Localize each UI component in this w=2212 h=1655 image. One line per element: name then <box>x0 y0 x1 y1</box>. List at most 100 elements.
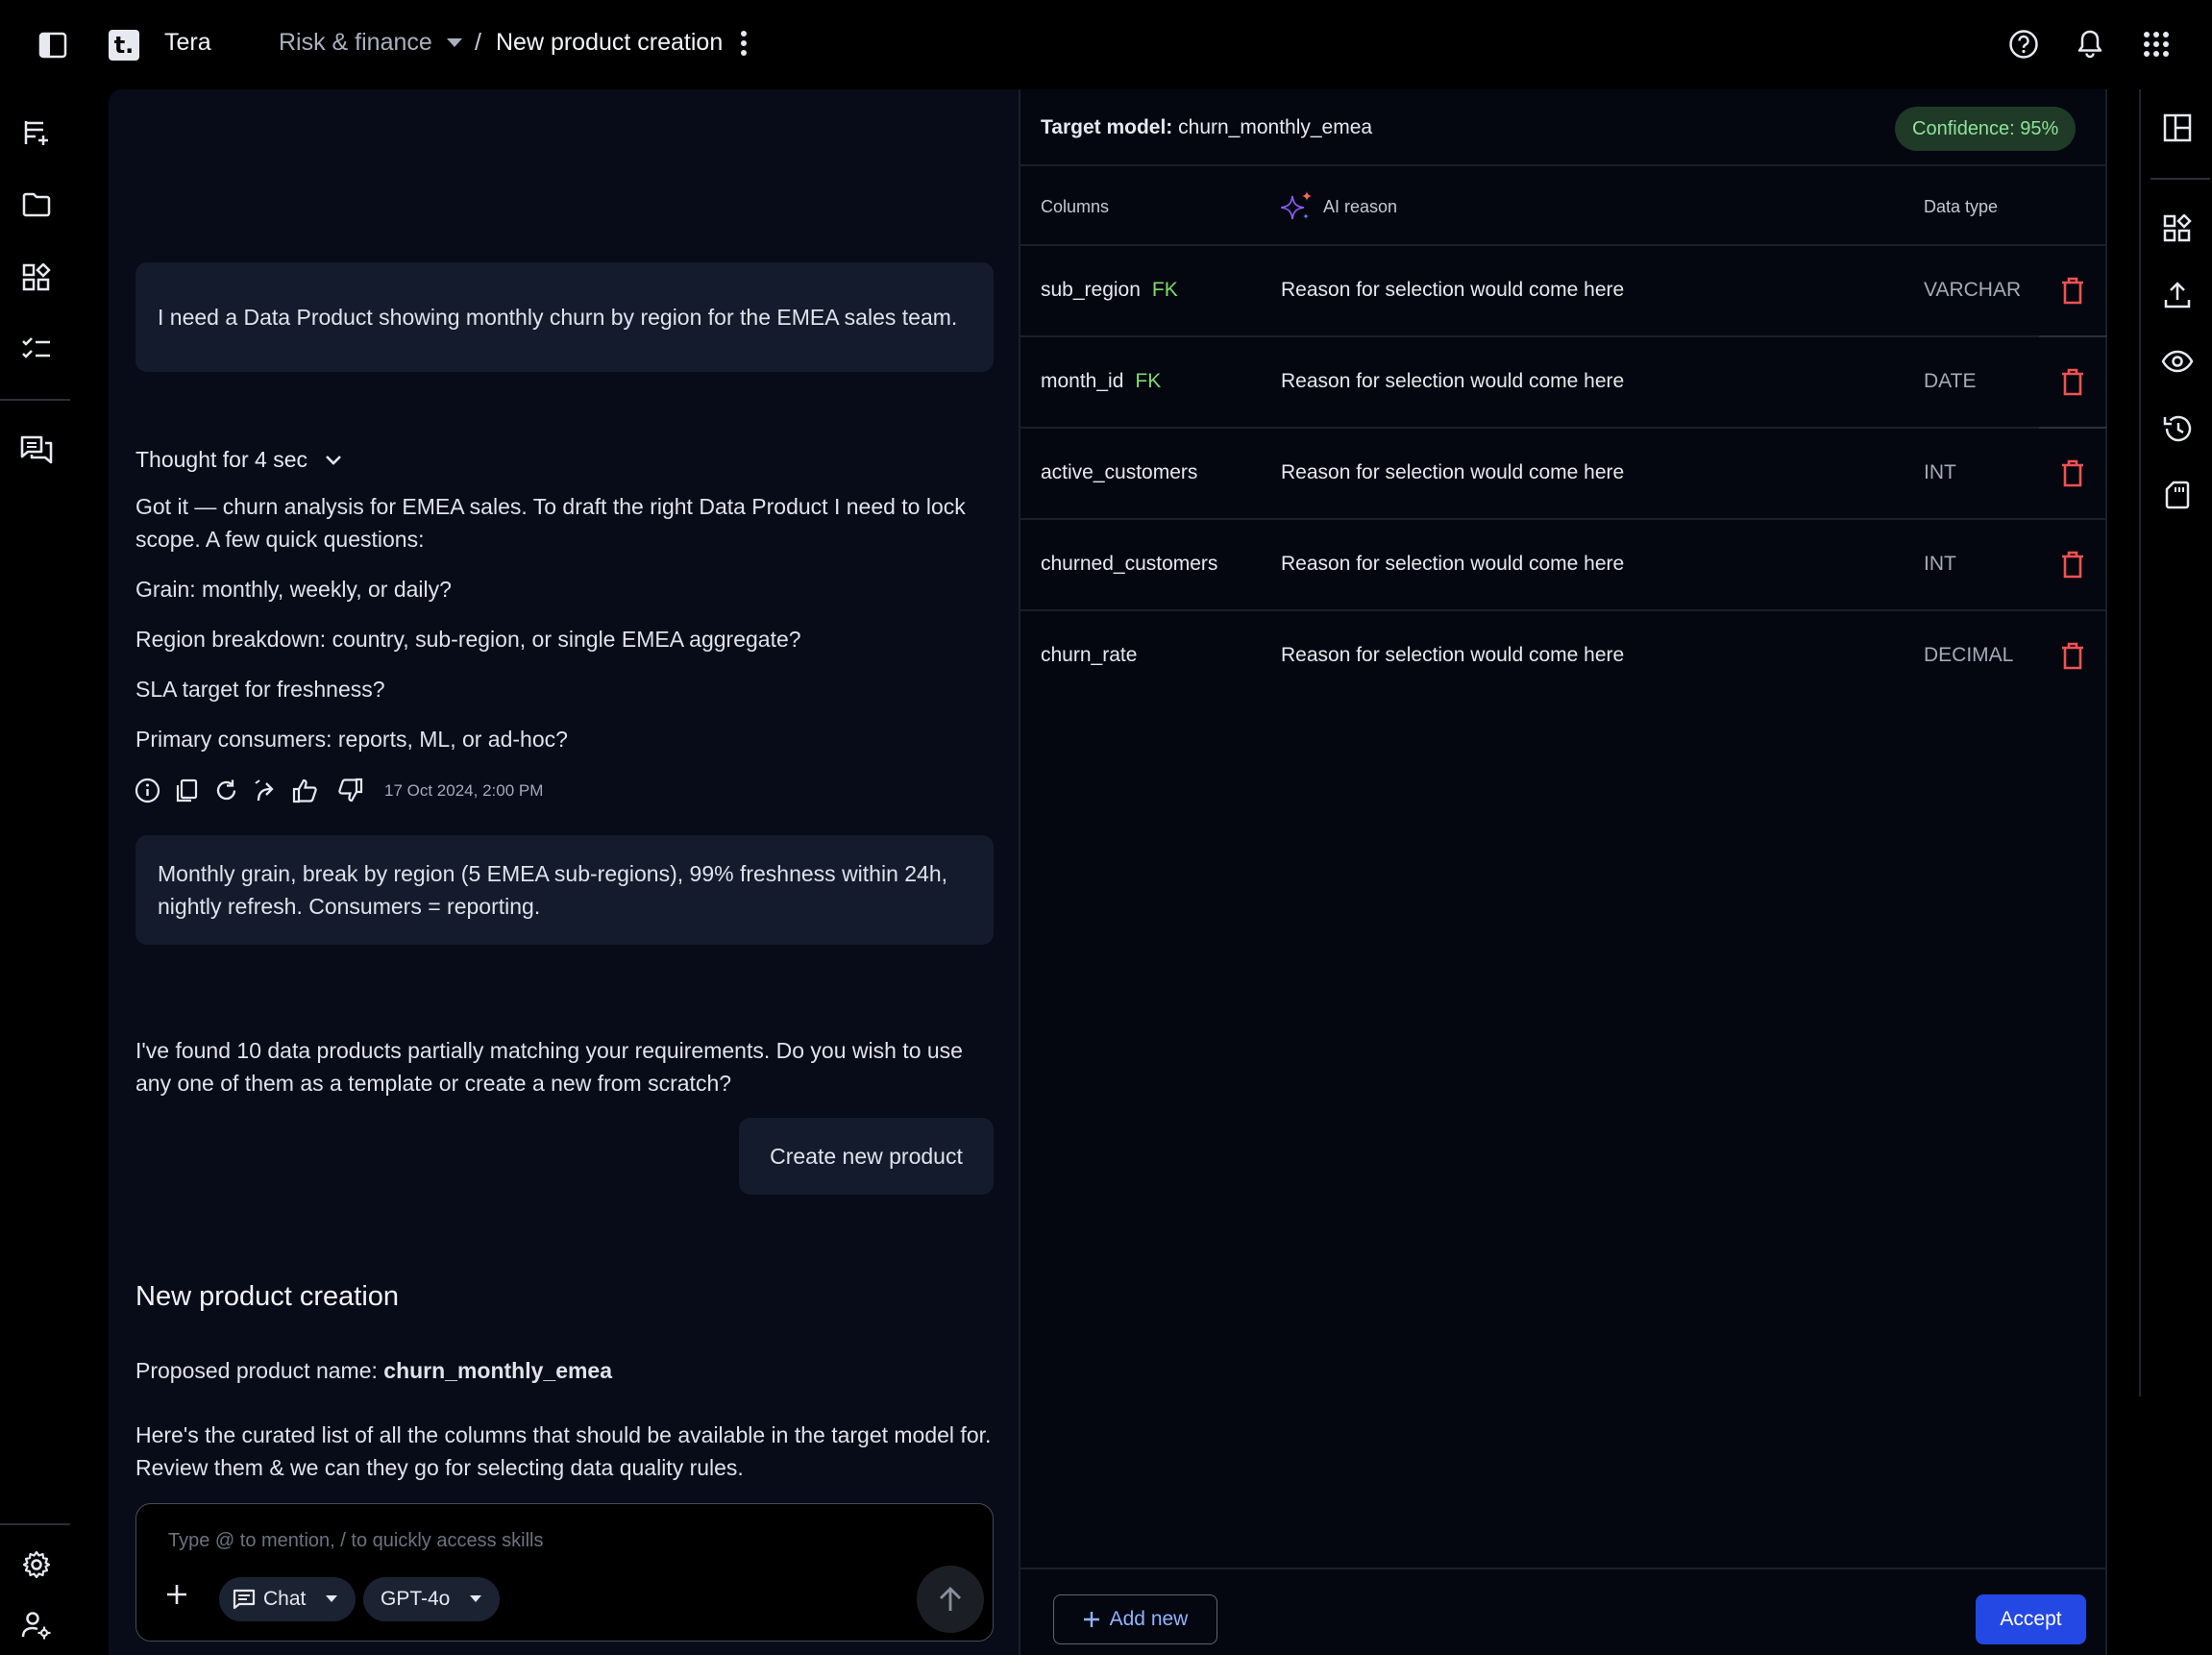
brand-name: Tera <box>164 29 211 56</box>
thumbs-down-icon[interactable] <box>334 778 363 803</box>
mode-label: Chat <box>263 1588 307 1610</box>
proposed-name: churn_monthly_emea <box>383 1358 613 1383</box>
user-message: I need a Data Product showing monthly ch… <box>135 262 994 372</box>
ai-sparkle-icon <box>1281 191 1312 220</box>
table-row: churn_rate Reason for selection would co… <box>1020 611 2107 703</box>
accept-button[interactable]: Accept <box>1976 1594 2086 1644</box>
thumbs-up-icon[interactable] <box>292 778 321 803</box>
breadcrumb-parent-label: Risk & finance <box>279 29 432 56</box>
widgets-icon[interactable] <box>2158 210 2197 248</box>
rail-divider <box>0 1523 70 1525</box>
send-button[interactable] <box>917 1566 984 1633</box>
data-type-cell: DATE <box>1924 370 1977 392</box>
share-icon[interactable] <box>253 778 279 803</box>
delete-trash-icon[interactable] <box>2058 275 2087 308</box>
target-model-title-value: churn_monthly_emea <box>1178 116 1373 138</box>
data-type-cell: VARCHAR <box>1924 279 2022 301</box>
message-input[interactable] <box>168 1523 956 1558</box>
delete-trash-icon[interactable] <box>2058 457 2087 490</box>
sd-card-icon[interactable] <box>2158 476 2197 514</box>
create-new-product-button[interactable]: Create new product <box>739 1118 994 1195</box>
add-new-button[interactable]: Add new <box>1053 1594 1217 1644</box>
ai-response-intro: Got it — churn analysis for EMEA sales. … <box>135 494 966 552</box>
column-name-cell: churn_rate <box>1041 644 1137 667</box>
data-type-cell: DECIMAL <box>1924 644 2014 666</box>
help-icon[interactable] <box>2006 27 2041 62</box>
copy-icon[interactable] <box>174 778 200 803</box>
table-row: sub_region FK Reason for selection would … <box>1020 246 2107 337</box>
model-selector[interactable]: GPT-4o <box>363 1577 501 1621</box>
apps-grid-icon[interactable] <box>2139 27 2174 62</box>
delete-trash-icon[interactable] <box>2058 549 2087 581</box>
breadcrumb-separator: / <box>475 29 481 56</box>
column-header-data-type: Data type <box>1924 197 1999 216</box>
visibility-eye-icon[interactable] <box>2158 342 2197 381</box>
chat-bubble-icon <box>233 1589 256 1610</box>
more-options-icon[interactable] <box>738 29 750 62</box>
model-label: GPT-4o <box>381 1588 451 1610</box>
message-timestamp: 17 Oct 2024, 2:00 PM <box>384 780 544 800</box>
section-title: New product creation <box>135 1281 400 1312</box>
notification-bell-icon[interactable] <box>2073 27 2107 62</box>
delete-trash-icon[interactable] <box>2058 366 2087 399</box>
chevron-down-icon <box>446 37 462 47</box>
fk-badge: FK <box>1135 370 1162 392</box>
message-composer: Chat GPT-4o <box>135 1503 994 1642</box>
table-row: month_id FK Reason for selection would co… <box>1020 337 2107 429</box>
ai-reason-cell: Reason for selection would come here <box>1281 644 1625 666</box>
breadcrumb-parent[interactable]: Risk & finance <box>279 29 463 57</box>
fk-badge: FK <box>1151 279 1178 301</box>
column-name-cell: active_customers <box>1041 461 1197 484</box>
column-header-columns: Columns <box>1041 197 1110 216</box>
regenerate-icon[interactable] <box>213 778 239 803</box>
table-row: active_customers Reason for selection wo… <box>1020 429 2107 520</box>
new-note-icon[interactable] <box>17 113 56 152</box>
settings-gear-icon[interactable] <box>17 1545 56 1584</box>
rail-divider <box>2151 178 2210 180</box>
widgets-icon[interactable] <box>17 259 56 297</box>
plus-icon <box>1083 1612 1099 1627</box>
user-settings-icon[interactable] <box>17 1606 56 1644</box>
info-icon[interactable] <box>135 778 160 803</box>
data-type-cell: INT <box>1924 553 1956 575</box>
ai-reason-label: AI reason <box>1323 196 1398 216</box>
column-name: churn_rate <box>1041 644 1138 666</box>
ai-reason-cell: Reason for selection would come here <box>1281 370 1625 392</box>
right-rail <box>2139 89 2212 1655</box>
ai-reason-cell: Reason for selection would come here <box>1281 461 1625 483</box>
layout-panel-icon[interactable] <box>2158 109 2197 147</box>
ai-question: SLA target for freshness? <box>135 677 385 702</box>
column-name: sub_region <box>1041 279 1141 301</box>
target-model-title: Target model: churn_monthly_emea <box>1041 116 1372 139</box>
brand-logo[interactable]: t. <box>109 30 139 61</box>
chat-icon[interactable] <box>17 432 56 470</box>
checklist-icon[interactable] <box>17 330 56 368</box>
target-model-footer: Add new Accept <box>1020 1568 2107 1655</box>
sidebar-toggle-icon[interactable] <box>37 29 69 62</box>
delete-trash-icon[interactable] <box>2058 640 2087 673</box>
ai-question: Grain: monthly, weekly, or daily? <box>135 577 452 602</box>
add-attachment-icon[interactable] <box>158 1575 196 1614</box>
thought-label: Thought for 4 sec <box>135 447 307 472</box>
column-name: churned_customers <box>1041 553 1218 575</box>
proposed-label: Proposed product name: <box>135 1358 384 1383</box>
column-name: active_customers <box>1041 461 1198 483</box>
ai-question: Primary consumers: reports, ML, or ad-ho… <box>135 727 568 752</box>
ai-found-products: I've found 10 data products partially ma… <box>135 1038 963 1096</box>
chevron-down-icon <box>326 1595 338 1602</box>
top-bar: t. Tera Risk & finance / New product cre… <box>0 0 2212 89</box>
thought-toggle[interactable]: Thought for 4 sec <box>135 447 342 473</box>
target-model-panel: Target model: churn_monthly_emea Confide… <box>1019 89 2107 1655</box>
folder-icon[interactable] <box>17 185 56 224</box>
column-name-cell: sub_region FK <box>1041 279 1178 302</box>
curated-columns-text: Here's the curated list of all the colum… <box>135 1422 992 1480</box>
column-header-ai-reason: AI reason <box>1281 190 1397 223</box>
user-message-text: I need a Data Product showing monthly ch… <box>158 305 958 330</box>
mode-selector[interactable]: Chat <box>219 1577 356 1621</box>
upload-icon[interactable] <box>2158 276 2197 314</box>
ai-question: Region breakdown: country, sub-region, o… <box>135 627 801 652</box>
target-model-title-prefix: Target model: <box>1041 116 1173 138</box>
column-name: month_id <box>1041 370 1124 392</box>
history-icon[interactable] <box>2158 409 2197 448</box>
chevron-down-icon <box>470 1595 482 1602</box>
